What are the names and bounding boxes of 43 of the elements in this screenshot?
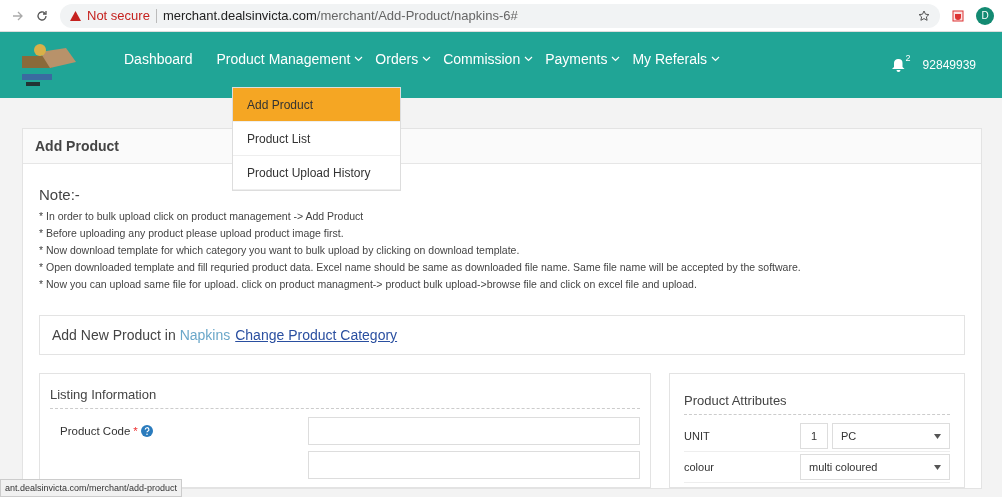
warning-icon [70, 10, 81, 21]
card-title: Add Product [35, 138, 119, 154]
chevron-down-icon[interactable] [354, 56, 364, 62]
attribute-label: colour [684, 461, 715, 473]
chevron-down-icon[interactable] [422, 56, 432, 62]
chevron-down-icon[interactable] [524, 56, 534, 62]
change-category-link[interactable]: Change Product Category [235, 327, 398, 343]
category-heading: Add New Product in Napkins [52, 327, 231, 343]
security-label: Not secure [87, 8, 150, 23]
note-text: * In order to bulk upload click on product management -> Add Product [39, 209, 365, 224]
reload-icon[interactable] [36, 9, 48, 22]
star-icon[interactable] [918, 9, 930, 22]
note-text: * Open downloaded template and fill requried product data. Excel name should be same as downloaded file name. Same file name will be accepted by the software. [39, 260, 802, 275]
field-label: Product Code [60, 425, 131, 437]
note-heading: Note:- [39, 186, 81, 203]
chevron-down-icon[interactable] [711, 56, 721, 62]
url-text: merchant.dealsinvicta.com/merchant/Add-Product/napkins-6# [162, 8, 519, 23]
bell-icon[interactable] [891, 58, 905, 72]
dropdown-item[interactable]: Add Product [233, 88, 400, 122]
dropdown-item[interactable]: Product Upload History [233, 156, 400, 190]
dropdown-arrow-icon[interactable] [934, 464, 941, 470]
section-title: Listing Information [50, 374, 640, 409]
quantity-field[interactable]: 1 [800, 423, 828, 449]
chevron-down-icon[interactable] [611, 56, 621, 62]
extension-icon[interactable] [952, 9, 964, 22]
profile-avatar[interactable]: D [976, 6, 994, 25]
note-text: * Now you can upload same file for upload. click on product managment-> product bulk upload->browse file and click on excel file and upload. [39, 277, 698, 292]
unit-select[interactable]: PC [832, 423, 950, 449]
notification-count: 2 [905, 53, 911, 63]
input-field[interactable] [308, 417, 640, 445]
note-text: * Before uploading any product please upload product image first. [39, 226, 345, 241]
input-field[interactable] [308, 451, 640, 479]
forward-arrow-icon[interactable] [12, 10, 24, 21]
section-title: Product Attributes [684, 374, 950, 415]
help-icon[interactable] [140, 425, 153, 437]
note-text: * Now download template for which category you want to bulk upload by clicking on download template. [39, 243, 521, 258]
colour-select[interactable]: multi coloured [800, 454, 950, 480]
dropdown-item[interactable]: Product List [233, 122, 400, 156]
required-mark: * [133, 425, 138, 437]
status-bar-url: ant.dealsinvicta.com/merchant/add-product [0, 479, 183, 497]
address-bar[interactable]: Not secure merchant.dealsinvicta.com/merchant/Add-Product/napkins-6# [60, 3, 940, 28]
dropdown-arrow-icon[interactable] [934, 433, 941, 439]
attribute-label: UNIT [684, 430, 711, 442]
